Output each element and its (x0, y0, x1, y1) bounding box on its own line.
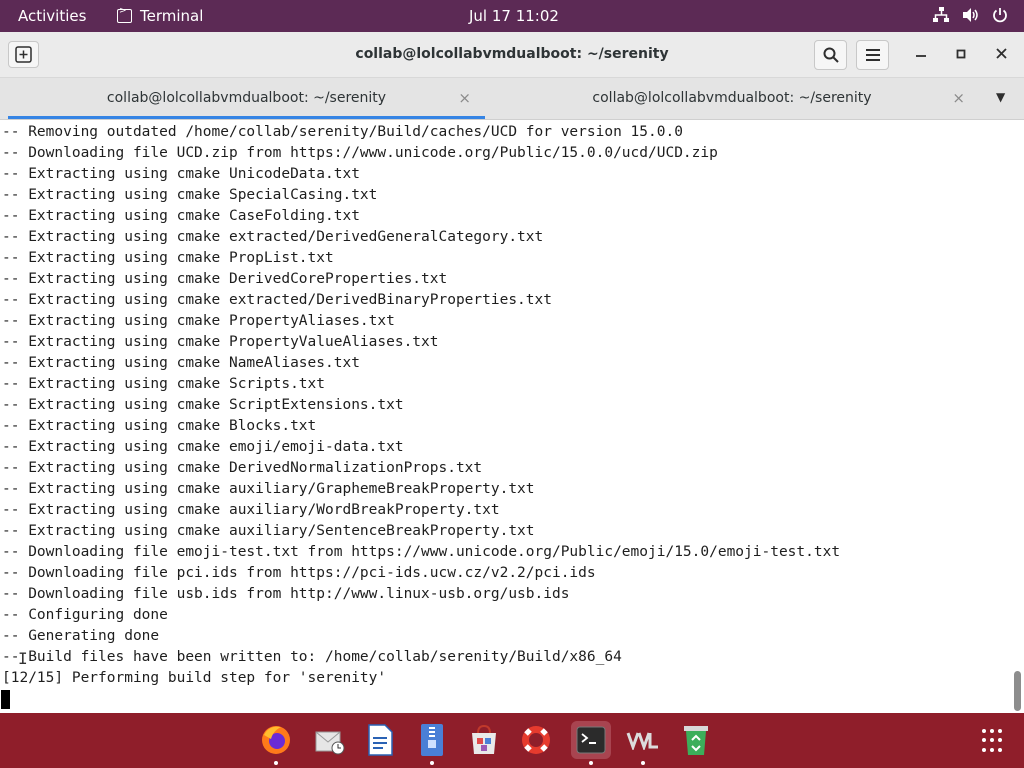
terminal-cursor (1, 690, 10, 709)
dock-terminal[interactable] (571, 721, 611, 765)
maximize-icon (956, 49, 966, 59)
minimize-button[interactable] (909, 44, 933, 66)
hamburger-icon (865, 49, 880, 61)
terminal-line: -- Extracting using cmake extracted/Deri… (2, 229, 544, 245)
terminal-line: -- Extracting using cmake UnicodeData.tx… (2, 166, 360, 182)
terminal-line: -- Extracting using cmake Scripts.txt (2, 376, 326, 392)
terminal-line: -- Extracting using cmake emoji/emoji-da… (2, 439, 404, 455)
dock-firefox[interactable] (256, 721, 296, 765)
terminal-line: -- Downloading file UCD.zip from https:/… (2, 145, 718, 161)
close-icon (995, 48, 1007, 59)
tab-list-dropdown-icon[interactable]: ▼ (996, 90, 1005, 104)
terminal-line: -- Downloading file pci.ids from https:/… (2, 565, 596, 581)
terminal-line: -- Downloading file emoji-test.txt from … (2, 544, 841, 560)
dock-mail[interactable] (309, 721, 349, 759)
terminal-scrollbar[interactable] (1010, 121, 1024, 713)
scrollbar-thumb[interactable] (1014, 671, 1021, 711)
terminal-line: -- Extracting using cmake PropertyAliase… (2, 313, 395, 329)
app-name: Terminal (140, 7, 204, 25)
terminal-line: -- Extracting using cmake CaseFolding.tx… (2, 208, 360, 224)
dock-files[interactable] (412, 721, 452, 765)
terminal-line: -- Downloading file usb.ids from http://… (2, 586, 570, 602)
close-window-button[interactable] (989, 44, 1013, 66)
app-menu[interactable]: Terminal (117, 6, 204, 25)
evolution-mail-icon (315, 731, 345, 755)
terminal-line: -- Extracting using cmake auxiliary/Sent… (2, 523, 535, 539)
power-icon (992, 7, 1008, 27)
terminal-line: -- Build files have been written to: /ho… (2, 649, 622, 665)
terminal-line: [12/15] Performing build step for 'seren… (2, 670, 387, 686)
terminal-line: -- Extracting using cmake extracted/Deri… (2, 292, 552, 308)
terminal-line: -- Extracting using cmake PropertyValueA… (2, 334, 439, 350)
virtual-machine-icon (626, 732, 658, 750)
terminal-lines: -- Removing outdated /home/collab/sereni… (0, 121, 1010, 689)
trash-icon (684, 726, 708, 755)
tab-close-icon[interactable]: × (458, 89, 471, 107)
network-icon (932, 7, 950, 27)
dock-vm[interactable] (623, 721, 663, 765)
tab-bar: collab@lolcollabvmdualboot: ~/serenity ×… (0, 78, 1024, 120)
dock (0, 713, 1024, 768)
help-icon (522, 726, 550, 754)
terminal-line: -- Generating done (2, 628, 160, 644)
search-icon (823, 47, 839, 63)
mouse-ibeam-cursor: I (18, 649, 28, 668)
tab-1[interactable]: collab@lolcollabvmdualboot: ~/serenity × (8, 78, 485, 119)
terminal-line: -- Extracting using cmake auxiliary/Word… (2, 502, 500, 518)
top-bar: Activities Terminal Jul 17 11:02 (0, 0, 1024, 32)
volume-icon (962, 7, 980, 27)
terminal-line: -- Configuring done (2, 607, 168, 623)
tab-label: collab@lolcollabvmdualboot: ~/serenity (106, 90, 387, 106)
show-apps-button[interactable] (982, 729, 1006, 753)
activities-button[interactable]: Activities (18, 7, 86, 25)
terminal-line: -- Extracting using cmake NameAliases.tx… (2, 355, 360, 371)
tab-2[interactable]: collab@lolcollabvmdualboot: ~/serenity × (485, 78, 979, 119)
dock-writer[interactable] (360, 721, 400, 759)
terminal-line: -- Removing outdated /home/collab/sereni… (2, 124, 683, 140)
menu-button[interactable] (856, 40, 889, 70)
tab-label: collab@lolcollabvmdualboot: ~/serenity (592, 90, 872, 106)
terminal-line: -- Extracting using cmake auxiliary/Grap… (2, 481, 535, 497)
tab-close-icon[interactable]: × (952, 89, 965, 107)
terminal-output[interactable]: -- Removing outdated /home/collab/sereni… (0, 121, 1010, 713)
terminal-line: -- Extracting using cmake Blocks.txt (2, 418, 317, 434)
terminal-line: -- Extracting using cmake ScriptExtensio… (2, 397, 404, 413)
files-icon (421, 724, 443, 756)
dock-help[interactable] (516, 721, 556, 759)
search-button[interactable] (814, 40, 847, 70)
terminal-line: -- Extracting using cmake SpecialCasing.… (2, 187, 378, 203)
terminal-line: -- Extracting using cmake DerivedCorePro… (2, 271, 448, 287)
maximize-button[interactable] (949, 44, 973, 66)
terminal-line: -- Extracting using cmake DerivedNormali… (2, 460, 483, 476)
clock[interactable]: Jul 17 11:02 (469, 7, 559, 25)
terminal-line: -- Extracting using cmake PropList.txt (2, 250, 334, 266)
minimize-icon (916, 55, 926, 57)
software-store-icon (472, 724, 496, 754)
dock-software[interactable] (464, 721, 504, 759)
system-tray[interactable] (932, 7, 1008, 27)
dock-trash[interactable] (676, 721, 716, 759)
window-titlebar: collab@lolcollabvmdualboot: ~/serenity (0, 32, 1024, 78)
terminal-icon (576, 726, 606, 754)
libreoffice-writer-icon (368, 724, 393, 756)
terminal-app-icon (117, 6, 132, 23)
firefox-icon (262, 726, 290, 754)
